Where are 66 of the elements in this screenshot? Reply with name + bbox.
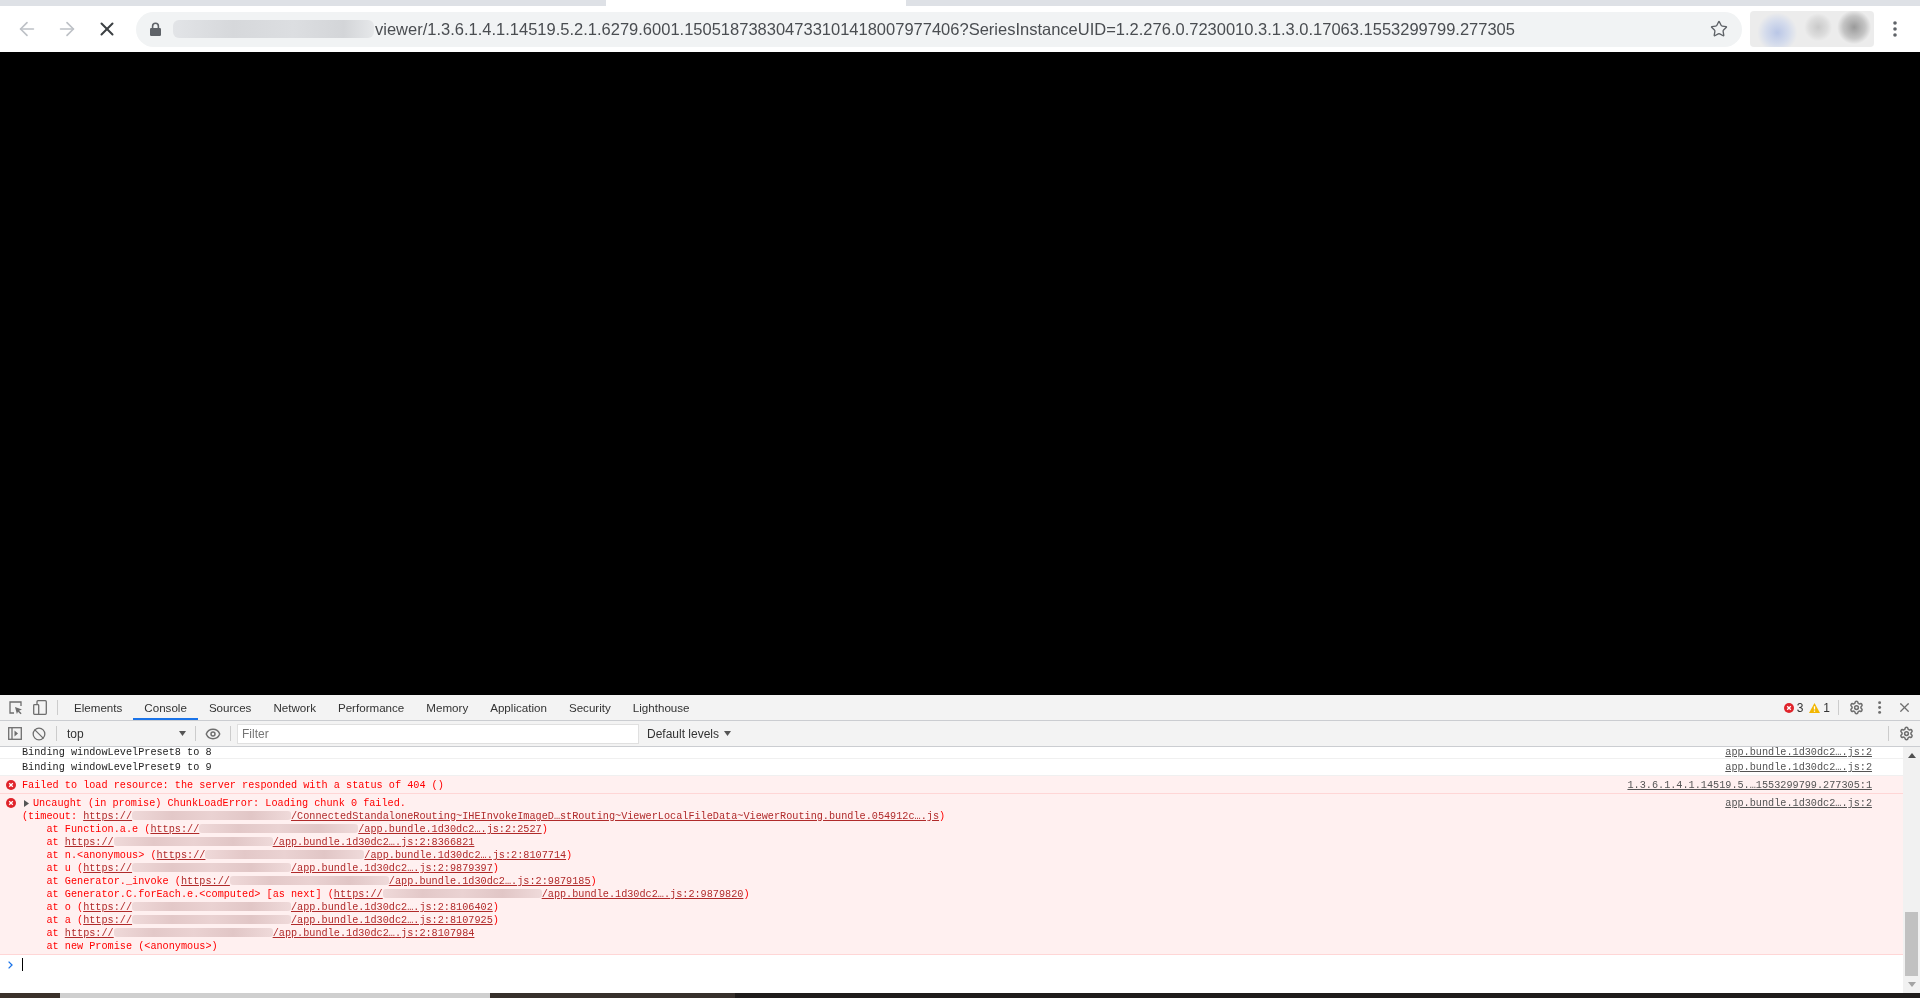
warning-icon	[1809, 702, 1821, 713]
source-link[interactable]: 1.3.6.1.4.1.14519.5.…1553299799.277305:1	[1627, 779, 1872, 792]
source-link[interactable]: app.bundle.1d30dc2….js:2	[1725, 747, 1872, 758]
source-url-link[interactable]: https:// /app.bundle.1d30dc2….js:2:2527	[150, 824, 542, 835]
devtools-tab[interactable]: Application	[479, 695, 558, 720]
down-triangle-icon	[1907, 982, 1916, 987]
source-url-link[interactable]: https:// /app.bundle.1d30dc2….js:2:8107925	[83, 915, 493, 926]
disclosure-triangle-icon[interactable]	[24, 800, 29, 807]
error-count-button[interactable]: 3	[1780, 695, 1807, 720]
bookmark-button[interactable]	[1710, 20, 1728, 38]
url-text: viewer/1.3.6.1.4.1.14519.5.2.1.6279.6001.150518738304733101418007977406?SeriesInstanceUID=1.2.276.0.7230010.3.1.3.0.17063.1553299799.277305	[375, 19, 1515, 39]
stack-trace-line: at Generator._invoke (https:// /app.bundle.1d30dc2….js:2:9879185)	[46, 875, 597, 888]
device-icon	[33, 700, 47, 715]
filter-input[interactable]: Filter	[237, 723, 639, 744]
select-element-icon	[9, 700, 23, 715]
stack-trace-line: at Generator.C.forEach.e.<computed> [as next] (https:// /app.bundle.1d30dc2….js:2:9879820)	[46, 888, 750, 901]
stack-trace-line: at https:// /app.bundle.1d30dc2….js:2:8107984	[46, 927, 475, 940]
source-url-link[interactable]: https:// /app.bundle.1d30dc2….js:2:8366821	[64, 837, 475, 848]
stack-trace-line: at a (https:// /app.bundle.1d30dc2….js:2:8107925)	[46, 914, 499, 927]
caret-icon	[179, 731, 186, 736]
context-select[interactable]: top	[62, 721, 190, 746]
settings-icon	[1898, 726, 1914, 741]
source-url-link[interactable]: https:// /ConnectedStandaloneRouting~IHEInvokeImageD…stRouting~ViewerLocalFileData~ViewerRouting.bundle.054912c….js	[83, 811, 940, 822]
no-entry-icon	[32, 726, 46, 741]
source-url-link[interactable]: https:// /app.bundle.1d30dc2….js:2:9879397	[83, 863, 493, 874]
console-message: Binding windowLevelPreset9 to 9	[22, 761, 212, 774]
error-icon	[6, 798, 16, 808]
devtools-tab[interactable]: Sources	[197, 695, 263, 720]
stack-trace-line: (timeout: https:// /ConnectedStandaloneRouting~IHEInvokeImageD…stRouting~ViewerLocalFileData~ViewerRouting.bundle.054912c….js)	[22, 810, 946, 823]
source-url-link[interactable]: https:// /app.bundle.1d30dc2….js:2:9879185	[180, 876, 591, 887]
prompt-chevron-icon	[8, 961, 13, 969]
warning-count-button[interactable]: 1	[1806, 695, 1833, 720]
error-icon	[6, 780, 16, 790]
source-url-link[interactable]: https:// /app.bundle.1d30dc2….js:2:8106402	[83, 902, 493, 913]
kebab-menu-icon	[1893, 21, 1897, 37]
caret-icon	[724, 731, 732, 736]
sidebar-icon	[8, 727, 22, 740]
stack-trace-line: at u (https:// /app.bundle.1d30dc2….js:2:9879397)	[46, 862, 499, 875]
source-url-link[interactable]: https:// /app.bundle.1d30dc2….js:2:8107714	[156, 850, 567, 861]
stack-trace-line: at o (https:// /app.bundle.1d30dc2….js:2:8106402)	[46, 901, 499, 914]
console-message: Uncaught (in promise) ChunkLoadError: Loading chunk 0 failed.	[33, 797, 406, 810]
console-message: Failed to load resource: the server responded with a status of 404 ()	[22, 779, 444, 792]
kebab-menu-icon	[1878, 701, 1882, 714]
star-icon	[1710, 20, 1728, 38]
log-levels-dropdown[interactable]: Default levels	[639, 721, 738, 746]
lock-icon	[150, 22, 161, 36]
devtools-tab[interactable]: Performance	[326, 695, 416, 720]
address-bar[interactable]: viewer/1.3.6.1.4.1.14519.5.2.1.6279.6001.150518738304733101418007977406?SeriesInstanceUID=1.2.276.0.7230010.3.1.3.0.17063.1553299799.277305	[136, 11, 1742, 47]
scrollbar-thumb[interactable]	[1905, 912, 1918, 976]
stack-trace-line: at n.<anonymous> (https:// /app.bundle.1d30dc2….js:2:8107714)	[46, 849, 573, 862]
devtools-tab[interactable]: Security	[557, 695, 622, 720]
devtools-tab[interactable]: Network	[262, 695, 327, 720]
source-url-link[interactable]: https:// /app.bundle.1d30dc2….js:2:9879820	[333, 889, 744, 900]
stack-trace-line: at new Promise (<anonymous>)	[46, 940, 218, 953]
console-message: Binding windowLevelPreset8 to 8	[22, 747, 212, 758]
stack-trace-line: at https:// /app.bundle.1d30dc2….js:2:8366821	[46, 836, 475, 849]
devtools-tab[interactable]: Elements	[63, 695, 134, 720]
error-icon	[1783, 702, 1794, 713]
source-link[interactable]: app.bundle.1d30dc2….js:2	[1725, 761, 1872, 774]
settings-icon	[1848, 700, 1864, 715]
up-triangle-icon	[1907, 753, 1916, 758]
source-link[interactable]: app.bundle.1d30dc2….js:2	[1725, 797, 1872, 810]
devtools-tab[interactable]: Memory	[415, 695, 480, 720]
stack-trace-line: at Function.a.e (https:// /app.bundle.1d30dc2….js:2:2527)	[46, 823, 548, 836]
devtools-tab[interactable]: Lighthouse	[621, 695, 701, 720]
source-url-link[interactable]: https:// /app.bundle.1d30dc2….js:2:8107984	[64, 928, 475, 939]
